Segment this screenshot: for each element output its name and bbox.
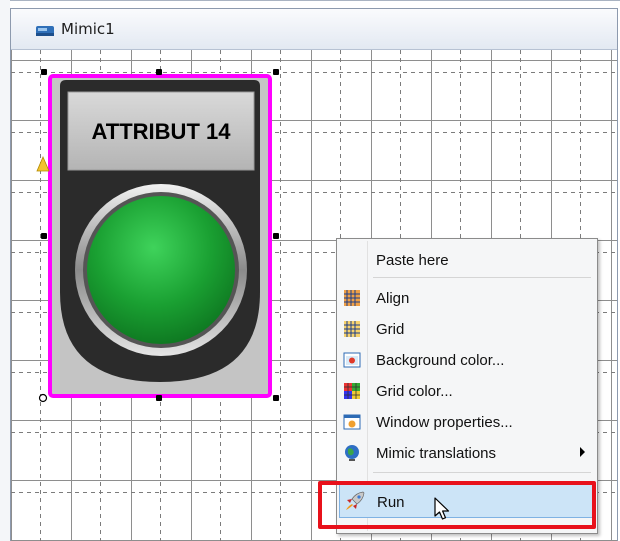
menu-item-paste-here[interactable]: Paste here	[339, 245, 595, 275]
pushbutton-control[interactable]: ATTRIBUT 14	[44, 72, 276, 398]
background-color-icon	[343, 352, 361, 368]
align-icon	[344, 290, 360, 306]
menu-item-align[interactable]: Align	[339, 283, 595, 313]
menu-item-mimic-translations[interactable]: Mimic translations	[339, 438, 595, 468]
grid-icon	[344, 321, 360, 337]
selection-handle[interactable]	[156, 69, 162, 75]
selection-handle[interactable]	[41, 69, 47, 75]
menu-item-window-properties[interactable]: Window properties...	[339, 407, 595, 437]
warning-icon	[36, 156, 50, 172]
grid-color-icon	[344, 383, 360, 399]
selection-handle[interactable]	[273, 233, 279, 239]
window-title: Mimic1	[61, 20, 115, 38]
globe-icon	[345, 445, 359, 461]
mouse-cursor-icon	[434, 497, 450, 520]
submenu-arrow-icon	[580, 447, 585, 457]
menu-item-background-color[interactable]: Background color...	[339, 345, 595, 375]
selection-handle[interactable]	[273, 395, 279, 401]
window-titlebar[interactable]: Mimic1	[11, 9, 617, 50]
menu-separator	[373, 277, 591, 278]
menu-separator	[373, 472, 591, 473]
menu-item-grid-color[interactable]: Grid color...	[339, 376, 595, 406]
window-properties-icon	[343, 414, 361, 430]
rotation-handle-icon[interactable]	[38, 393, 48, 403]
run-highlight-box	[318, 481, 596, 529]
menu-item-grid[interactable]: Grid	[339, 314, 595, 344]
selection-handle[interactable]	[156, 395, 162, 401]
left-panel-edge	[0, 0, 10, 541]
outer-frame-line	[9, 0, 620, 1]
selection-handle[interactable]	[273, 69, 279, 75]
selection-handle[interactable]	[41, 233, 47, 239]
pushbutton-label: ATTRIBUT 14	[92, 119, 232, 144]
mimic-window-icon	[36, 26, 54, 36]
